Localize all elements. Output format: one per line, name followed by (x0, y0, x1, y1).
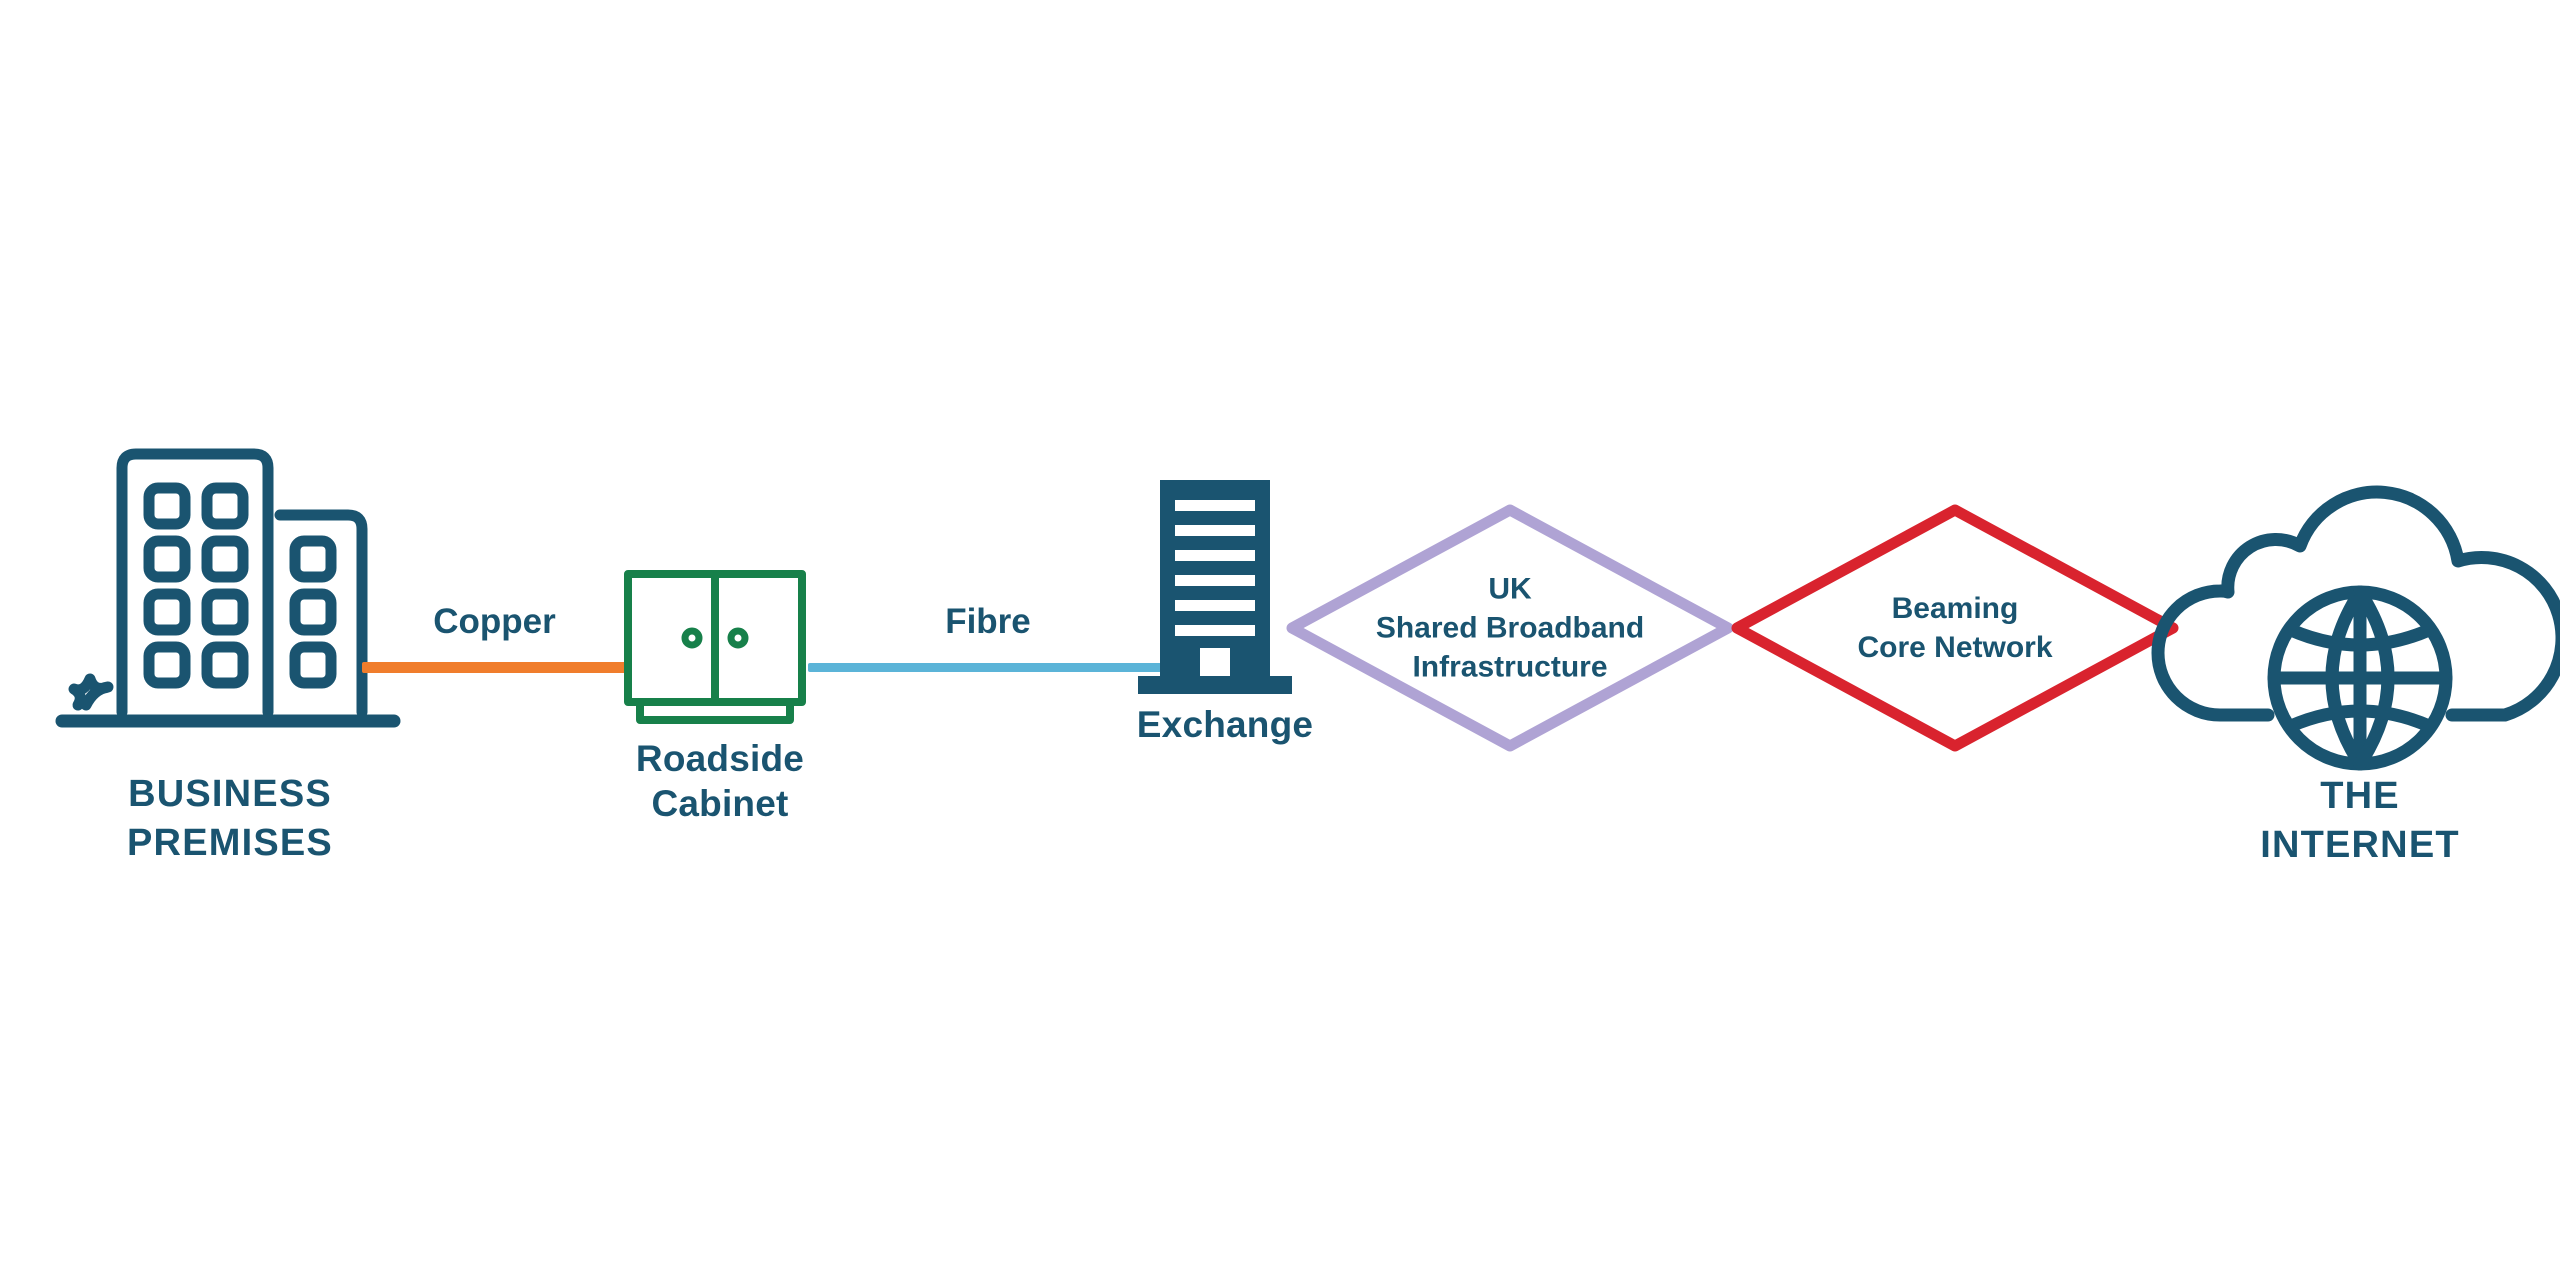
copper-link-label: Copper (433, 602, 556, 641)
node-the-internet: THE INTERNET (2151, 460, 2560, 866)
diamond-icon (1286, 504, 1734, 752)
diamond-icon (1731, 504, 2179, 752)
node-label-the-internet: THE INTERNET (2260, 775, 2460, 866)
copper-link-line (362, 662, 627, 673)
node-label-business-premises: BUSINESS PREMISES (127, 773, 333, 864)
cloud-globe-icon (2151, 485, 2560, 771)
node-label-roadside-cabinet: Roadside Cabinet (635, 738, 805, 825)
street-cabinet-icon (624, 570, 806, 724)
node-uk-shared-broadband-infrastructure: UK Shared Broadband Infrastructure (1285, 503, 1735, 753)
network-diagram: BUSINESS PREMISES Copper Roadside Cabine… (0, 0, 2560, 1280)
node-beaming-core-network: Beaming Core Network (1730, 503, 2180, 753)
node-roadside-cabinet: Roadside Cabinet (620, 568, 820, 824)
fibre-link-line (808, 663, 1168, 672)
fibre-link-label: Fibre (945, 602, 1031, 641)
